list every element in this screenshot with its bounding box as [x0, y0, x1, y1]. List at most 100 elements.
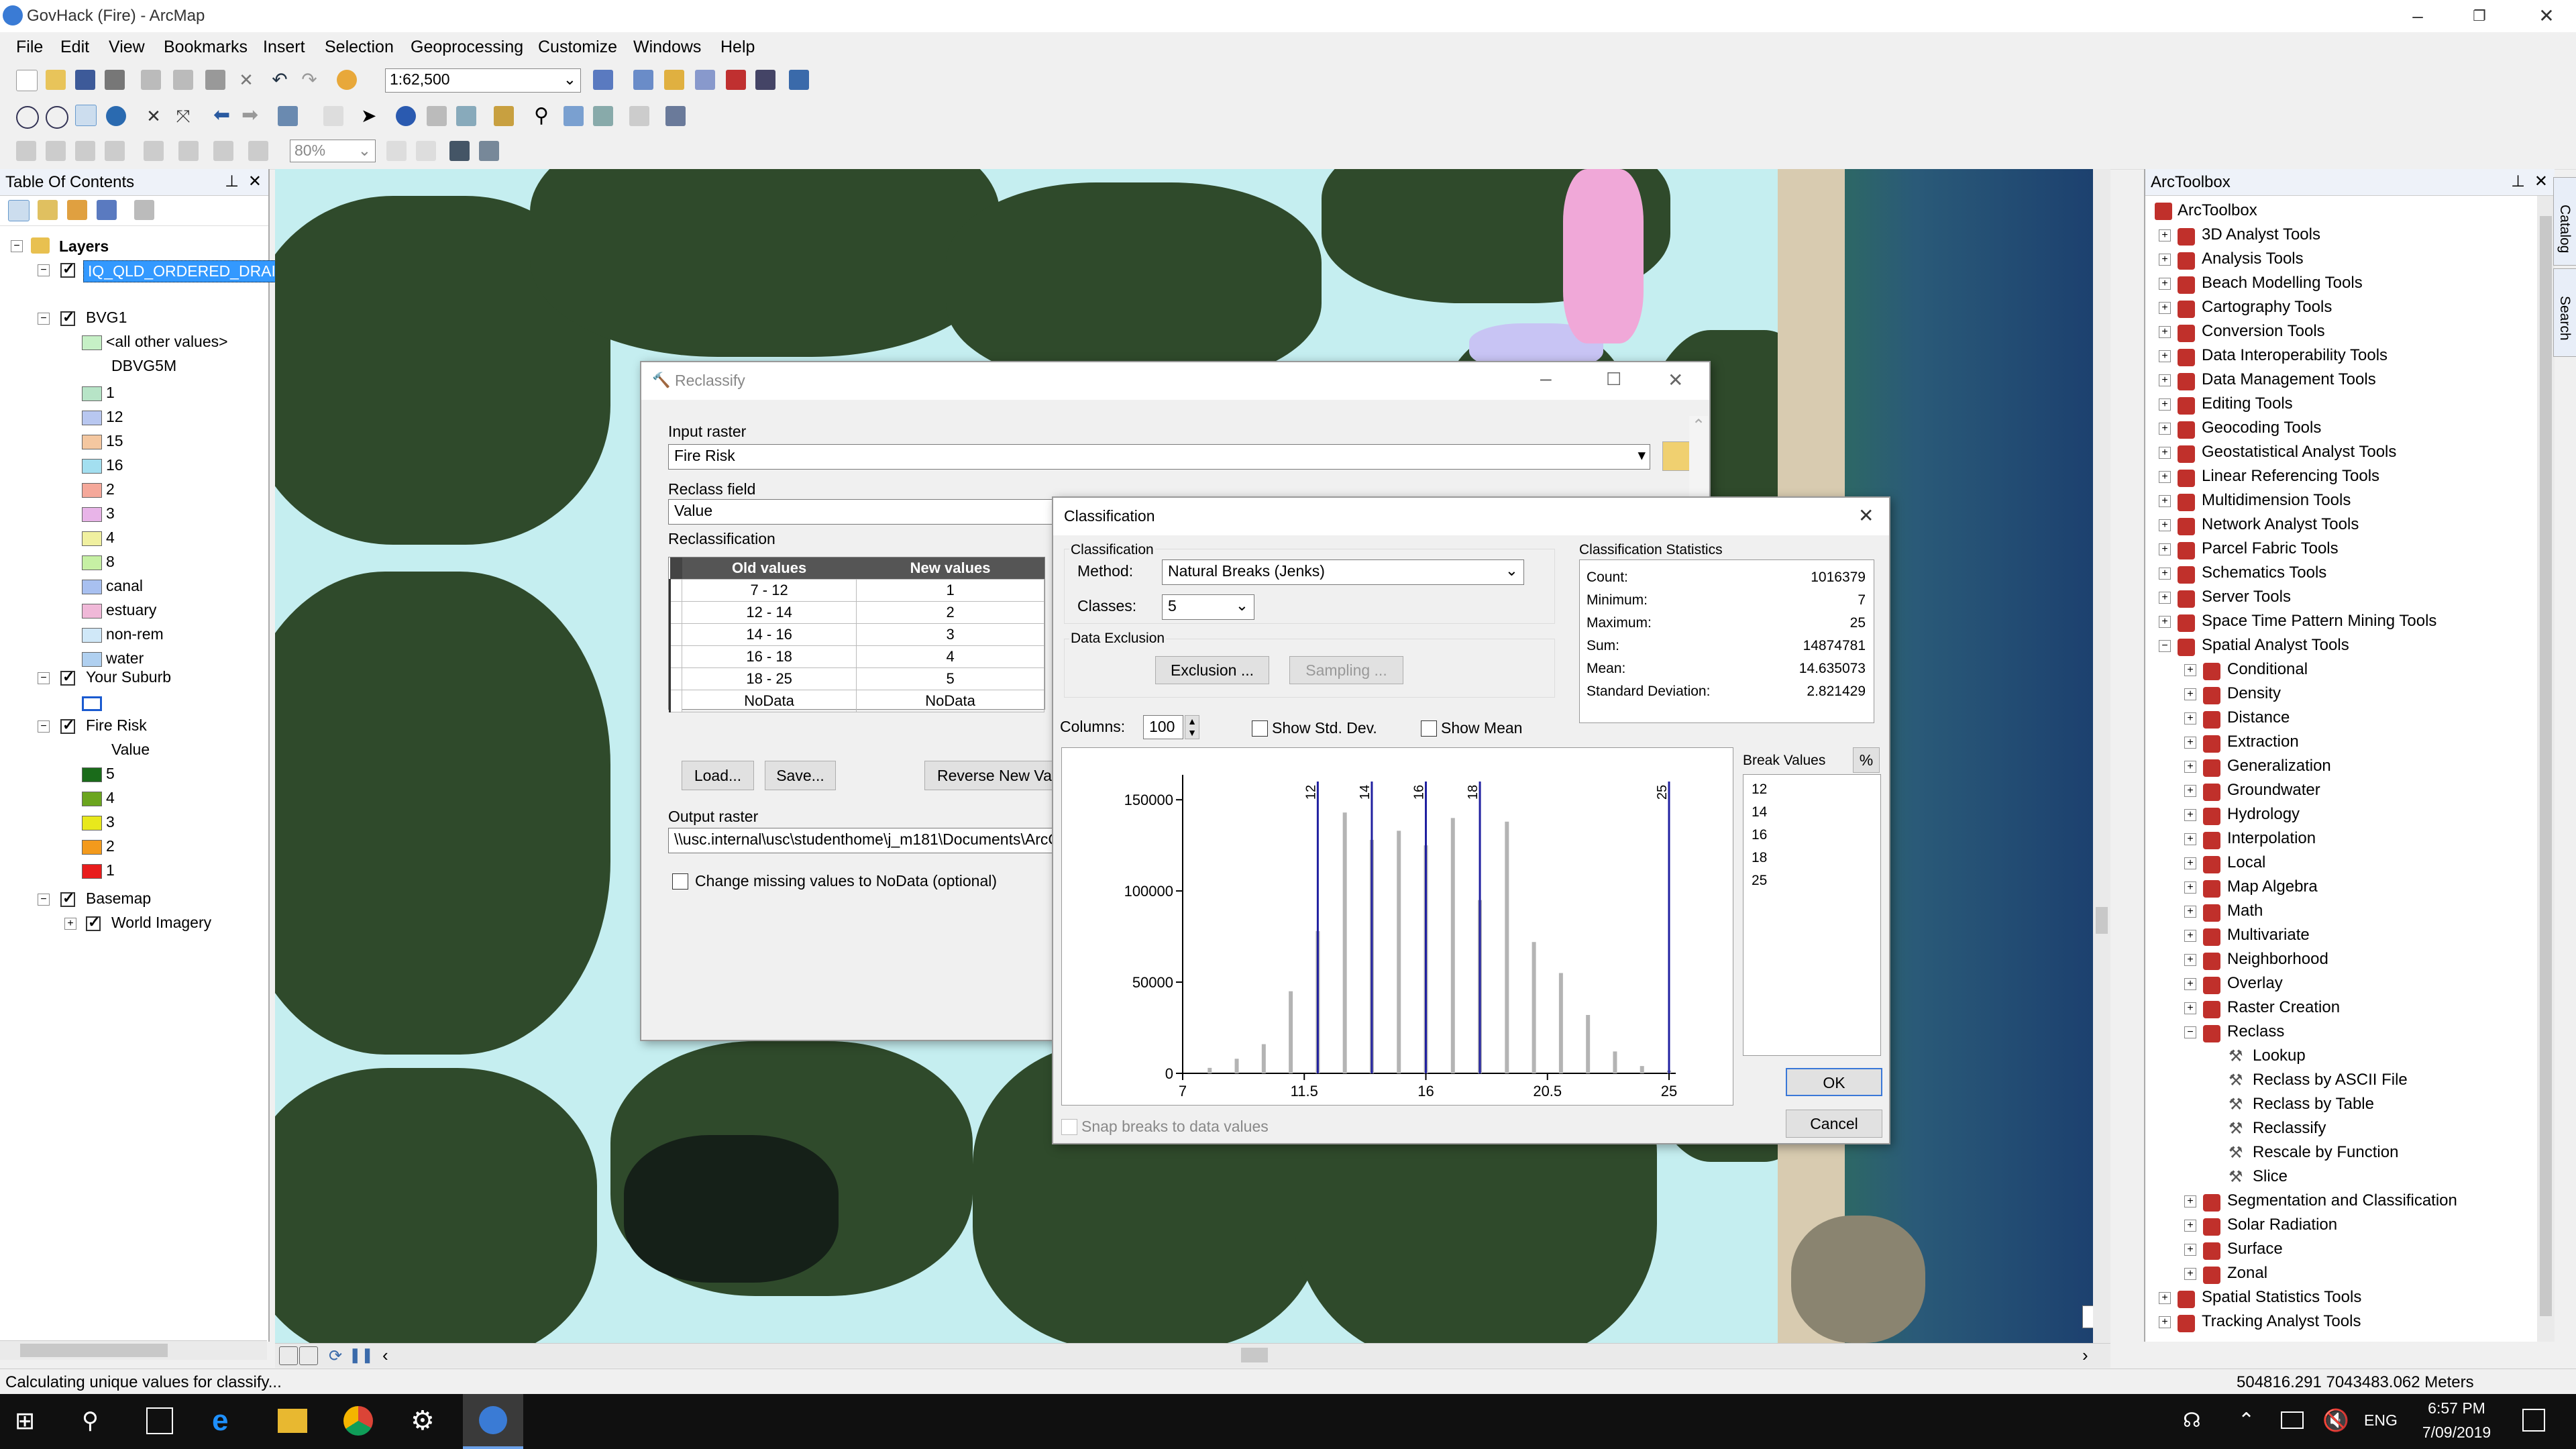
layer-visibility-checkbox[interactable] [86, 914, 101, 931]
layer-basemap[interactable]: Basemap [86, 890, 151, 908]
restore-icon[interactable]: ❐ [2466, 4, 2493, 28]
exclusion-button[interactable]: Exclusion ... [1155, 656, 1269, 684]
scroll-left-icon[interactable]: ‹ [382, 1345, 402, 1365]
toolbox-item[interactable]: Extraction [2227, 733, 2299, 751]
toolbox-item[interactable]: Data Interoperability Tools [2202, 346, 2387, 365]
layer-visibility-checkbox[interactable] [60, 260, 75, 278]
table-row[interactable]: 12 - 14 2 [669, 601, 1044, 624]
menu-edit[interactable]: Edit [60, 38, 89, 57]
toolbox-item[interactable]: Generalization [2227, 757, 2331, 775]
toolbox-item[interactable]: Linear Referencing Tools [2202, 467, 2379, 486]
classes-select[interactable]: 5 ⌄ [1162, 594, 1254, 620]
new-icon[interactable] [16, 70, 38, 91]
toolbox-item[interactable]: Surface [2227, 1240, 2283, 1258]
break-value-item[interactable]: 25 [1752, 873, 1767, 889]
next-extent-layout-icon[interactable] [248, 141, 268, 161]
scroll-thumb[interactable] [2096, 907, 2108, 934]
percent-toggle-button[interactable]: % [1853, 747, 1880, 773]
expand-icon[interactable]: + [2159, 592, 2171, 604]
collapse-icon[interactable]: − [38, 313, 50, 325]
collapse-icon[interactable]: − [38, 672, 50, 684]
toolbox-item[interactable]: Density [2227, 684, 2281, 703]
old-value-cell[interactable]: 16 - 18 [681, 645, 857, 668]
expand-icon[interactable]: + [2184, 664, 2196, 676]
scale-combo[interactable]: 1:62,500 ⌄ [385, 68, 581, 93]
data-driven-pages-icon[interactable] [479, 141, 499, 161]
edge-browser-icon[interactable]: e [212, 1406, 241, 1436]
fixed-zoom-layout-icon[interactable] [178, 141, 199, 161]
toolbox-item[interactable]: Spatial Analyst Tools [2202, 636, 2349, 655]
layout-zoom-in-icon[interactable] [16, 141, 36, 161]
layer-your-suburb[interactable]: Your Suburb [86, 668, 171, 686]
new-value-cell[interactable]: 3 [856, 623, 1044, 646]
windows-start-icon[interactable]: ⊞ [15, 1407, 42, 1434]
toolbox-item[interactable]: Data Management Tools [2202, 370, 2376, 389]
menu-customize[interactable]: Customize [538, 38, 617, 57]
toolbox-item[interactable]: Multivariate [2227, 926, 2310, 945]
menu-bookmarks[interactable]: Bookmarks [164, 38, 248, 57]
add-data-icon[interactable] [337, 70, 357, 90]
expand-icon[interactable]: + [2184, 833, 2196, 845]
old-value-cell[interactable]: NoData [681, 690, 857, 712]
pan-icon[interactable] [75, 105, 97, 126]
collapse-icon[interactable]: − [38, 720, 50, 733]
identify-icon[interactable] [396, 106, 416, 126]
expand-icon[interactable]: + [2184, 881, 2196, 894]
tool-item[interactable]: Reclass by ASCII File [2253, 1071, 2408, 1089]
expand-icon[interactable]: + [2159, 1292, 2171, 1304]
chrome-icon[interactable] [343, 1406, 373, 1436]
catalog-window-icon[interactable] [664, 70, 684, 90]
tool-item[interactable]: Slice [2253, 1167, 2288, 1186]
scroll-up-icon[interactable]: ⌃ [1692, 416, 1705, 435]
input-raster-combo[interactable]: Fire Risk ▾ [668, 444, 1650, 470]
toolbox-item[interactable]: Conversion Tools [2202, 322, 2325, 341]
redo-icon[interactable]: ↷ [299, 70, 319, 90]
expand-icon[interactable]: + [2184, 785, 2196, 797]
show-mean-checkbox[interactable] [1421, 720, 1437, 737]
toolbox-item[interactable]: 3D Analyst Tools [2202, 225, 2320, 244]
catalog-side-tab[interactable]: Catalog [2553, 177, 2576, 266]
pause-drawing-icon[interactable]: ❚❚ [349, 1346, 374, 1366]
table-row[interactable]: 7 - 12 1 [669, 579, 1044, 602]
old-value-cell[interactable]: 12 - 14 [681, 601, 857, 624]
toolbox-item[interactable]: Distance [2227, 708, 2290, 727]
expand-icon[interactable]: + [2159, 1316, 2171, 1328]
collapse-icon[interactable]: − [2159, 640, 2171, 652]
modelbuilder-icon[interactable] [789, 70, 809, 90]
cancel-button[interactable]: Cancel [1786, 1110, 1882, 1138]
expand-icon[interactable]: + [2159, 254, 2171, 266]
new-value-cell[interactable]: 1 [856, 579, 1044, 602]
table-row[interactable]: 14 - 16 3 [669, 623, 1044, 646]
fixed-zoom-in-icon[interactable]: ✕ [144, 106, 164, 126]
python-window-icon[interactable] [755, 70, 775, 90]
toolbox-item[interactable]: Map Algebra [2227, 877, 2318, 896]
toolbox-item[interactable]: Network Analyst Tools [2202, 515, 2359, 534]
menu-geoprocessing[interactable]: Geoprocessing [411, 38, 523, 57]
tool-item[interactable]: Lookup [2253, 1046, 2306, 1065]
toolbox-vertical-scrollbar[interactable] [2537, 196, 2555, 1342]
collapse-icon[interactable]: − [11, 240, 23, 252]
expand-icon[interactable]: + [64, 918, 76, 930]
list-by-source-icon[interactable] [38, 200, 58, 220]
sampling-button[interactable]: Sampling ... [1289, 656, 1403, 684]
layout-zoom-out-icon[interactable] [46, 141, 66, 161]
collapse-icon[interactable]: − [2184, 1026, 2196, 1038]
list-by-selection-icon[interactable] [97, 200, 117, 220]
layout-pan-icon[interactable] [75, 141, 95, 161]
layers-group-label[interactable]: Layers [59, 237, 109, 256]
expand-icon[interactable]: + [2184, 737, 2196, 749]
new-value-cell[interactable]: NoData [856, 690, 1044, 712]
close-icon[interactable]: ✕ [2534, 172, 2548, 191]
menu-windows[interactable]: Windows [633, 38, 701, 57]
close-icon[interactable]: ✕ [2533, 4, 2560, 28]
expand-icon[interactable]: + [2159, 374, 2171, 386]
expand-icon[interactable]: + [2184, 712, 2196, 724]
break-value-item[interactable]: 16 [1752, 827, 1767, 843]
arctoolbox-root[interactable]: ArcToolbox [2178, 201, 2257, 220]
measure-icon[interactable] [494, 106, 514, 126]
layer-fire-risk[interactable]: Fire Risk [86, 716, 147, 735]
toolbox-item[interactable]: Neighborhood [2227, 950, 2328, 969]
old-value-cell[interactable]: 14 - 16 [681, 623, 857, 646]
expand-icon[interactable]: + [2184, 954, 2196, 966]
chevron-up-icon[interactable]: ⌃ [2238, 1409, 2255, 1432]
